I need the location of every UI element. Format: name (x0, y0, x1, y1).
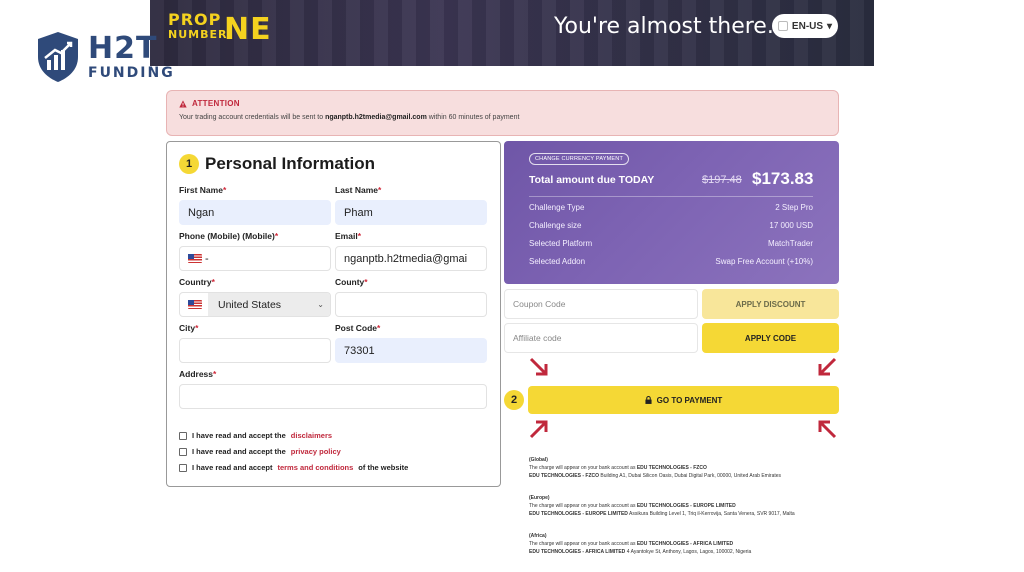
go-to-payment-label: GO TO PAYMENT (656, 395, 723, 405)
affiliate-code-input[interactable]: Affiliate code (504, 323, 698, 353)
apply-code-button[interactable]: APPLY CODE (702, 323, 839, 353)
legal-africa: (Africa) The charge will appear on your … (529, 533, 752, 555)
legal-global: (Global) The charge will appear on your … (529, 457, 782, 479)
disclaimers-link[interactable]: disclaimers (291, 431, 332, 440)
disclaimers-checkbox-row[interactable]: I have read and accept the disclaimers (179, 431, 332, 440)
flag-icon (777, 21, 788, 31)
address-label: Address* (179, 369, 217, 379)
warning-icon (179, 99, 187, 107)
attention-text-prefix: Your trading account credentials will be… (179, 114, 324, 121)
checkbox[interactable] (179, 463, 187, 472)
city-field[interactable] (179, 338, 331, 363)
section-title: Personal Information (205, 154, 376, 173)
apply-discount-button[interactable]: APPLY DISCOUNT (702, 289, 839, 319)
caret-down-icon: ▾ (827, 20, 833, 32)
last-name-label: Last Name* (335, 185, 382, 195)
language-label: EN-US (791, 20, 824, 32)
attention-notice: ATTENTION Your trading account credentia… (166, 90, 839, 136)
order-summary-panel: CHANGE CURRENCY PAYMENT Total amount due… (504, 141, 839, 284)
divider (529, 196, 813, 197)
attention-heading: ATTENTION (192, 99, 240, 108)
email-field[interactable]: nganptb.h2tmedia@gmai (335, 246, 487, 271)
first-name-field[interactable]: Ngan (179, 200, 331, 225)
privacy-policy-checkbox-row[interactable]: I have read and accept the privacy polic… (179, 447, 341, 456)
country-select[interactable]: United States ⌄ (179, 292, 331, 317)
change-currency-button[interactable]: CHANGE CURRENCY PAYMENT (529, 153, 630, 165)
post-code-field[interactable]: 73301 (335, 338, 487, 363)
country-label: Country* (179, 277, 215, 287)
county-field[interactable] (335, 292, 487, 317)
arrow-icon (818, 357, 837, 376)
us-flag-icon (188, 254, 202, 263)
email-label: Email* (335, 231, 361, 241)
address-field[interactable] (179, 384, 487, 409)
coupon-code-input[interactable]: Coupon Code (504, 289, 698, 319)
summary-row: Challenge Type 2 Step Pro (529, 203, 813, 212)
shield-chart-icon (38, 32, 78, 82)
header-banner: PROP NUMBER NE You're almost there.. EN-… (150, 0, 874, 66)
terms-checkbox-row[interactable]: I have read and accept terms and conditi… (179, 463, 408, 472)
arrow-icon (529, 420, 548, 439)
new-price: $173.83 (752, 169, 814, 188)
phone-label: Phone (Mobile) (Mobile)* (179, 231, 279, 241)
us-flag-icon (188, 300, 202, 309)
checkout-page: H2T FUNDING PROP NUMBER NE You're almost… (0, 0, 1024, 572)
arrow-icon (529, 357, 548, 376)
county-label: County* (335, 277, 368, 287)
logo-funding-text: FUNDING (88, 65, 175, 81)
step-badge: 1 (179, 154, 199, 174)
banner-title: You're almost there.. (554, 14, 781, 39)
phone-field[interactable]: - (179, 246, 331, 271)
first-name-label: First Name* (179, 185, 227, 195)
terms-link[interactable]: terms and conditions (277, 463, 353, 472)
chevron-down-icon: ⌄ (317, 300, 324, 309)
phone-prefix: - (205, 252, 209, 265)
propnumberone-logo-one: NE (224, 12, 272, 47)
step-badge: 2 (504, 390, 524, 410)
summary-row: Selected Platform MatchTrader (529, 239, 813, 248)
summary-row: Selected Addon Swap Free Account (+10%) (529, 257, 813, 266)
personal-information-card: 1 Personal Information First Name* Ngan … (166, 141, 501, 487)
checkbox[interactable] (179, 431, 187, 440)
post-code-label: Post Code* (335, 323, 381, 333)
summary-row: Challenge size 17 000 USD (529, 221, 813, 230)
logo-h2t-text: H2T (88, 31, 158, 66)
h2t-funding-logo: H2T FUNDING (34, 30, 175, 84)
propnumberone-logo: PROP NUMBER (168, 10, 228, 41)
lock-icon (645, 396, 652, 404)
privacy-policy-link[interactable]: privacy policy (291, 447, 341, 456)
last-name-field[interactable]: Pham (335, 200, 487, 225)
language-selector[interactable]: EN-US ▾ (772, 14, 838, 38)
legal-europe: (Europe) The charge will appear on your … (529, 495, 795, 517)
go-to-payment-button[interactable]: GO TO PAYMENT (528, 386, 839, 414)
old-price: $197.48 (702, 174, 742, 186)
city-label: City* (179, 323, 199, 333)
country-value: United States (208, 293, 330, 316)
checkbox[interactable] (179, 447, 187, 456)
total-label: Total amount due TODAY (529, 174, 655, 186)
attention-email: nganptb.h2tmedia@gmail.com (325, 114, 427, 121)
arrow-icon (818, 420, 837, 439)
attention-text-suffix: within 60 minutes of payment (428, 114, 520, 121)
